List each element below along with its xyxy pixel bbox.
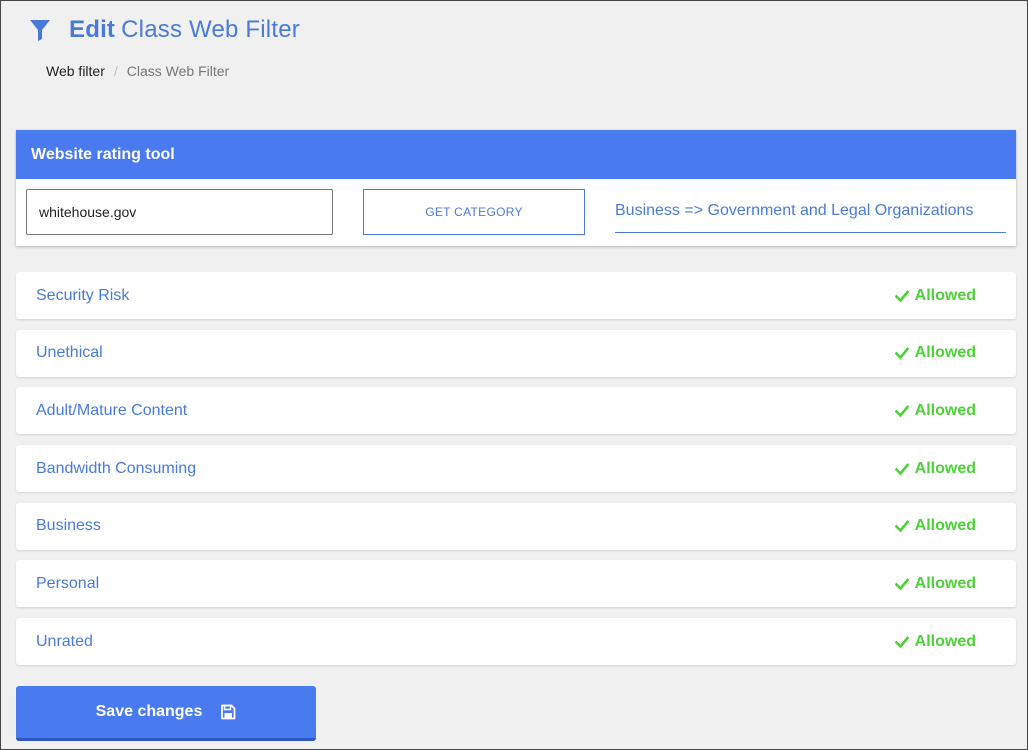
- category-name: Unrated: [36, 632, 93, 650]
- category-row-adult-mature-content[interactable]: Adult/Mature Content Allowed: [16, 387, 1016, 435]
- rating-tool-header: Website rating tool: [16, 130, 1016, 179]
- filter-icon: [29, 18, 51, 42]
- check-icon: [894, 462, 909, 476]
- breadcrumb: Web filter / Class Web Filter: [46, 63, 229, 79]
- category-row-bandwidth-consuming[interactable]: Bandwidth Consuming Allowed: [16, 445, 1016, 493]
- page-header: Edit Class Web Filter: [29, 13, 300, 47]
- breadcrumb-separator: /: [113, 63, 118, 79]
- status-label: Allowed: [914, 459, 976, 477]
- category-result: Business => Government and Legal Organiz…: [615, 189, 1006, 233]
- check-icon: [894, 346, 909, 360]
- status-label: Allowed: [914, 574, 976, 592]
- page-title: Edit Class Web Filter: [69, 16, 300, 44]
- category-name: Personal: [36, 574, 100, 592]
- status-label: Allowed: [914, 344, 976, 362]
- category-name: Adult/Mature Content: [36, 401, 188, 419]
- save-changes-button[interactable]: Save changes: [16, 686, 316, 741]
- category-row-unrated[interactable]: Unrated Allowed: [16, 618, 1016, 666]
- check-icon: [894, 635, 909, 649]
- status-label: Allowed: [914, 517, 976, 535]
- status-label: Allowed: [914, 401, 976, 419]
- breadcrumb-current: Class Web Filter: [126, 63, 230, 79]
- category-name: Security Risk: [36, 286, 130, 304]
- category-name: Bandwidth Consuming: [36, 459, 197, 477]
- category-list: Security Risk Allowed Unethical Allowed …: [16, 272, 1016, 676]
- page-title-name: Class Web Filter: [121, 16, 300, 43]
- category-name: Unethical: [36, 344, 103, 362]
- check-icon: [894, 519, 909, 533]
- check-icon: [894, 577, 909, 591]
- page-title-action: Edit: [69, 16, 116, 43]
- category-status: Allowed: [894, 401, 976, 420]
- category-status: Allowed: [894, 459, 976, 478]
- breadcrumb-web-filter-link[interactable]: Web filter: [46, 63, 105, 79]
- floppy-disk-icon: [220, 704, 236, 720]
- page-frame: Edit Class Web Filter Web filter / Class …: [0, 0, 1028, 750]
- category-status: Allowed: [894, 574, 976, 593]
- category-status: Allowed: [894, 632, 976, 651]
- save-button-label: Save changes: [95, 703, 203, 720]
- status-label: Allowed: [914, 632, 976, 650]
- website-url-input[interactable]: [26, 189, 333, 235]
- category-status: Allowed: [894, 344, 976, 362]
- category-row-unethical[interactable]: Unethical Allowed: [16, 329, 1016, 377]
- category-name: Business: [36, 517, 101, 535]
- category-row-security-risk[interactable]: Security Risk Allowed: [16, 272, 1016, 319]
- get-category-button[interactable]: GET CATEGORY: [363, 189, 585, 235]
- category-row-personal[interactable]: Personal Allowed: [16, 560, 1016, 608]
- category-status: Allowed: [894, 286, 976, 305]
- check-icon: [894, 289, 909, 303]
- website-rating-tool: Website rating tool GET CATEGORY Busines…: [16, 130, 1016, 246]
- status-label: Allowed: [914, 286, 976, 304]
- category-row-business[interactable]: Business Allowed: [16, 502, 1016, 550]
- category-status: Allowed: [894, 517, 976, 535]
- check-icon: [894, 404, 909, 418]
